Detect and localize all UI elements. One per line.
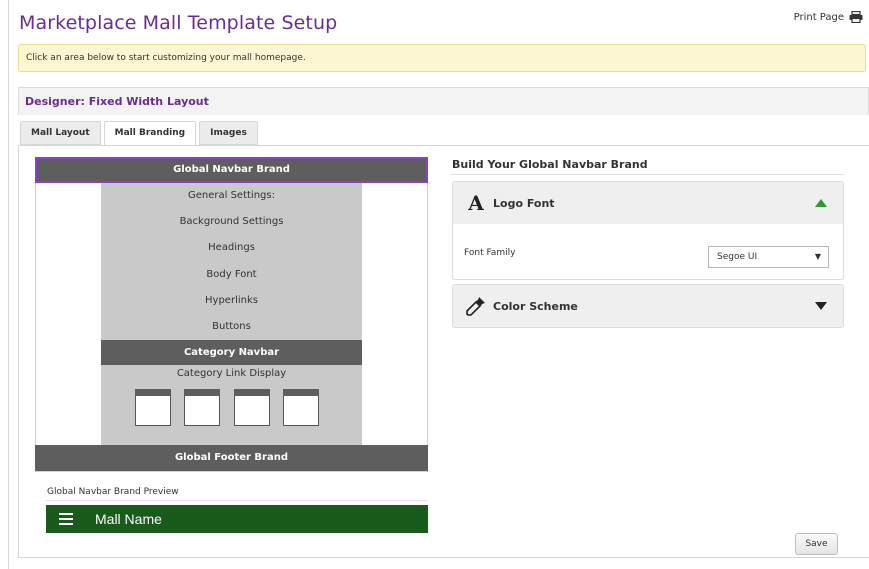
category-link-box[interactable] <box>283 389 319 426</box>
logo-font-header[interactable]: A Logo Font <box>453 182 843 224</box>
printer-icon <box>849 11 863 23</box>
designer-tabs: Mall Layout Mall Branding Images <box>20 121 261 146</box>
mall-name: Mall Name <box>95 511 162 527</box>
global-navbar-brand-area[interactable]: Global Navbar Brand <box>35 157 428 183</box>
designer-heading: Designer: Fixed Width Layout <box>18 87 869 115</box>
preview-divider <box>46 500 428 501</box>
font-family-select[interactable]: Segoe UI ▼ <box>708 246 829 268</box>
print-page-link[interactable]: Print Page <box>794 11 863 23</box>
color-scheme-panel: Color Scheme <box>452 284 844 328</box>
tab-mall-layout[interactable]: Mall Layout <box>20 121 101 145</box>
builder-title: Build Your Global Navbar Brand <box>452 158 648 171</box>
chevron-down-icon <box>815 302 827 310</box>
background-settings-link[interactable]: Background Settings <box>101 216 362 227</box>
global-footer-brand-area[interactable]: Global Footer Brand <box>35 445 428 471</box>
category-link-box[interactable] <box>184 389 220 426</box>
hyperlinks-link[interactable]: Hyperlinks <box>101 295 362 306</box>
color-scheme-title: Color Scheme <box>493 299 578 313</box>
category-link-display-label[interactable]: Category Link Display <box>101 368 362 379</box>
left-border <box>8 0 9 569</box>
chevron-up-icon <box>815 199 827 207</box>
body-font-link[interactable]: Body Font <box>101 269 362 280</box>
hamburger-menu-icon <box>59 513 73 525</box>
headings-link[interactable]: Headings <box>101 242 362 253</box>
dropdown-arrow-icon: ▼ <box>814 252 821 261</box>
general-settings-link[interactable]: General Settings: <box>101 190 362 201</box>
font-family-value: Segoe UI <box>717 252 758 262</box>
category-link-box[interactable] <box>234 389 270 426</box>
navbar-preview: Mall Name <box>46 505 428 533</box>
save-button[interactable]: Save <box>795 533 838 555</box>
tab-mall-branding[interactable]: Mall Branding <box>103 121 197 146</box>
builder-divider <box>451 174 844 175</box>
logo-font-title: Logo Font <box>493 196 555 210</box>
category-navbar-area[interactable]: Category Navbar <box>101 340 362 365</box>
eyedropper-icon <box>465 296 487 316</box>
buttons-link[interactable]: Buttons <box>101 321 362 332</box>
font-icon: A <box>468 191 484 215</box>
preview-label: Global Navbar Brand Preview <box>47 487 179 497</box>
page-title: Marketplace Mall Template Setup <box>19 12 338 34</box>
color-scheme-header[interactable]: Color Scheme <box>453 285 843 327</box>
font-family-label: Font Family <box>464 248 516 258</box>
tab-images[interactable]: Images <box>199 121 258 145</box>
category-link-box[interactable] <box>135 389 171 426</box>
instructions-notice: Click an area below to start customizing… <box>18 44 866 72</box>
print-page-label: Print Page <box>793 11 844 23</box>
